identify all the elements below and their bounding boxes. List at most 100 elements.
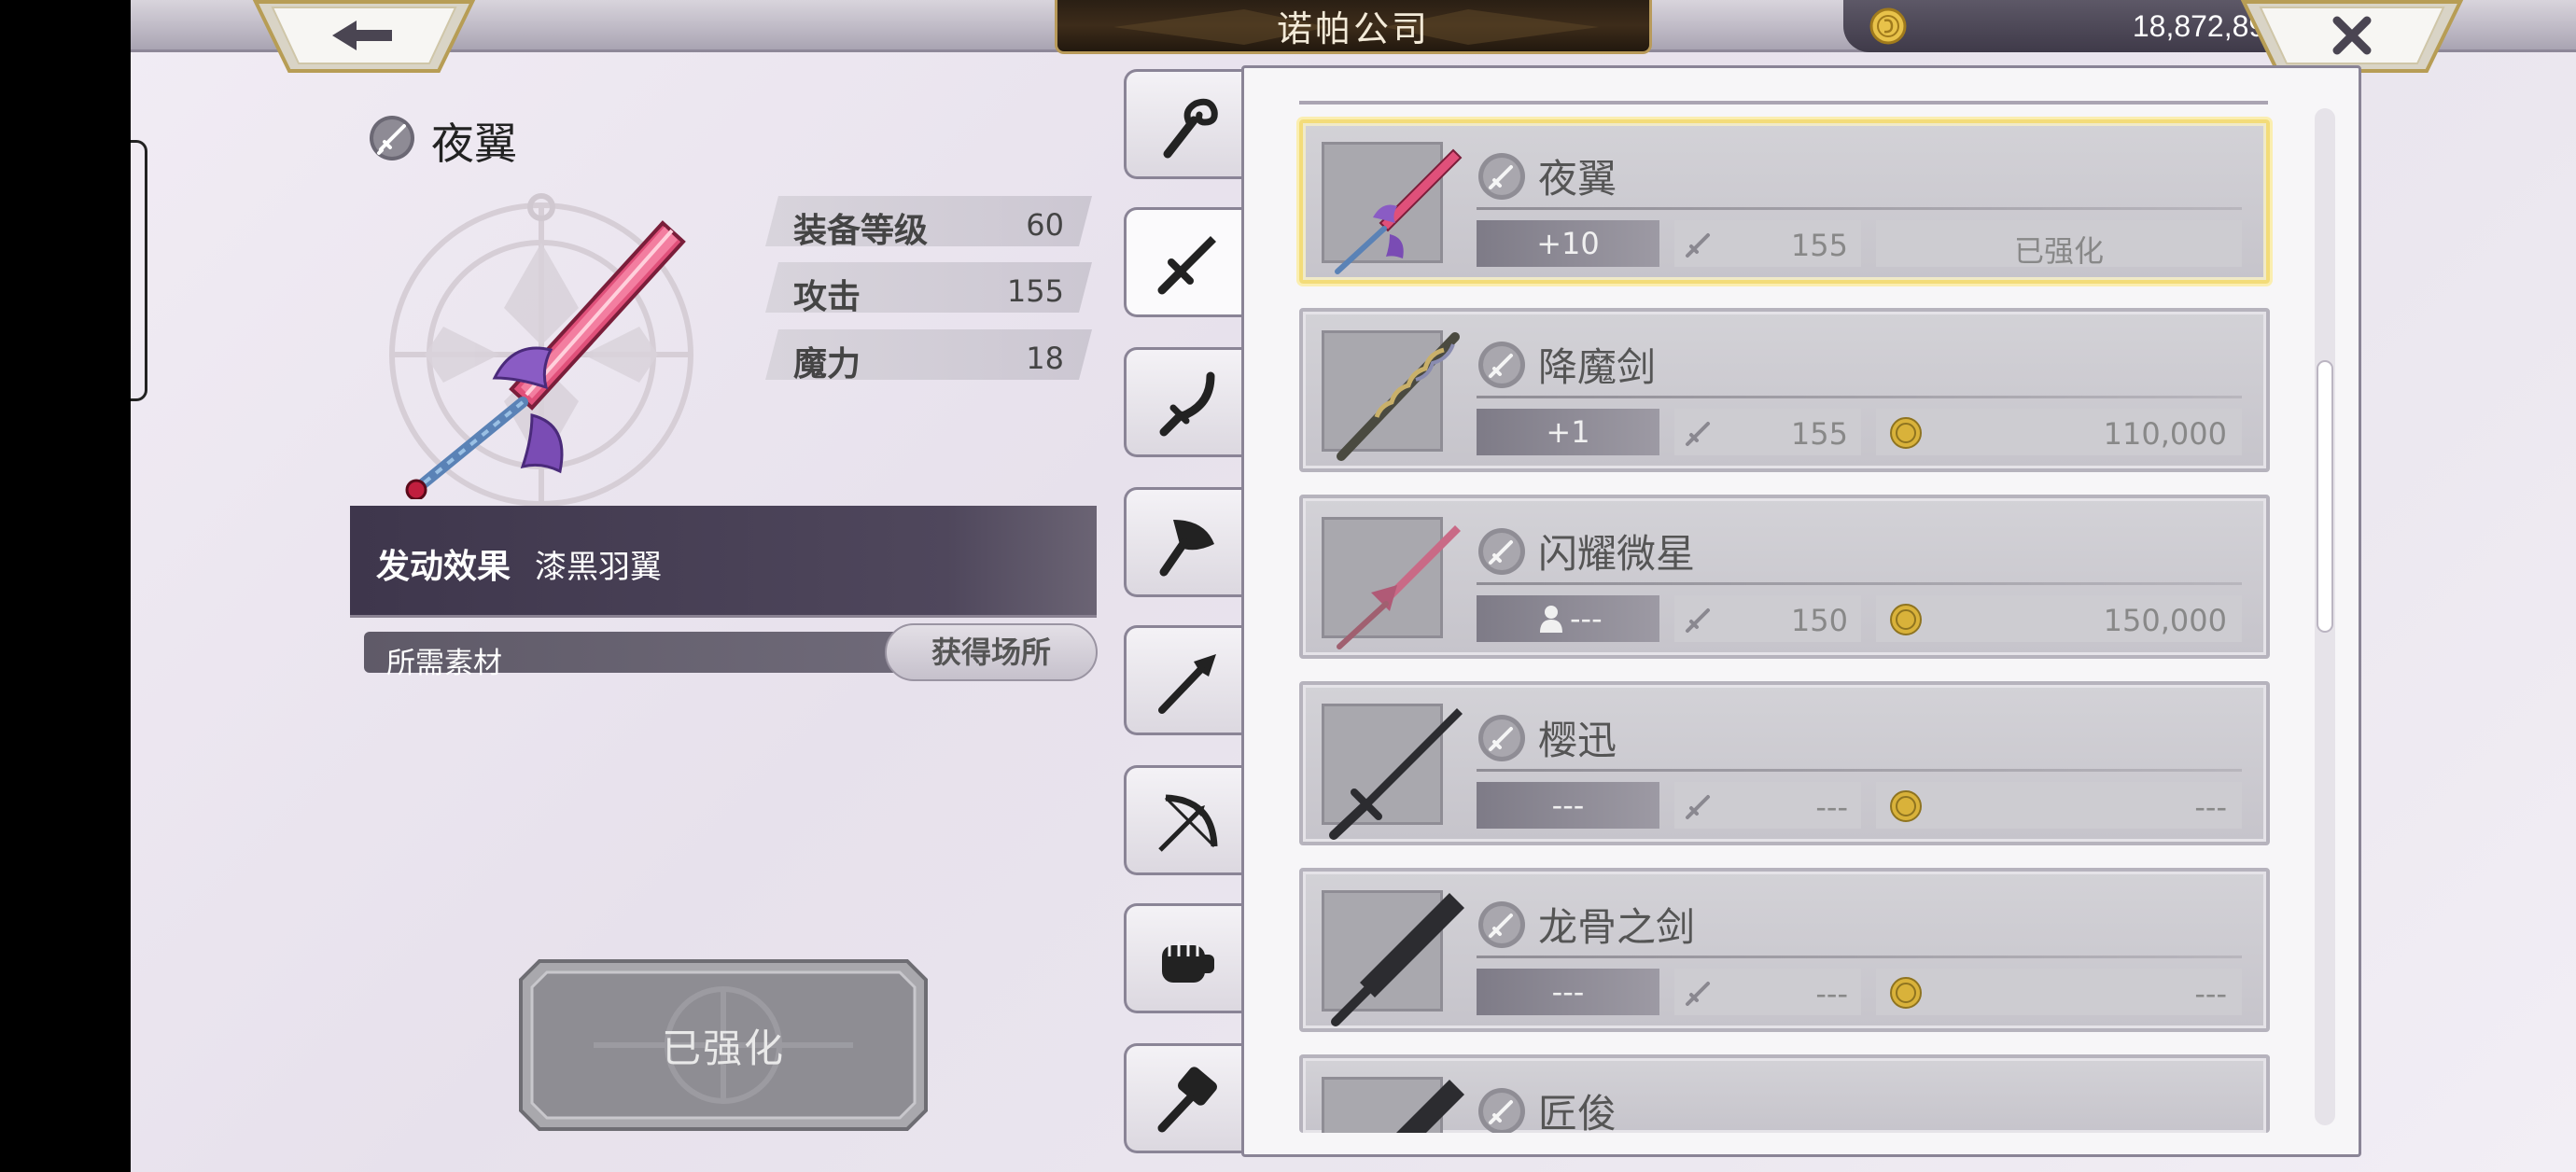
weapon-thumbnail [1322, 517, 1461, 649]
effect-bar: 发动效果 漆黑羽翼 [350, 506, 1097, 618]
card-divider [1477, 956, 2242, 958]
axe-icon [1159, 520, 1214, 577]
close-button[interactable] [2240, 0, 2464, 73]
stat-label: 攻击 [793, 278, 861, 316]
attack-box: 150 [1674, 595, 1861, 642]
weapon-card[interactable]: 樱迅 --- --- --- [1299, 681, 2270, 845]
enhanced-button[interactable]: 已强化 [519, 959, 928, 1131]
sword-image [1335, 148, 1463, 274]
list-top-divider [1299, 101, 2268, 105]
weapon-name: 龙骨之剑 [1538, 904, 1696, 950]
enhance-level: +10 [1477, 220, 1659, 267]
weapon-card[interactable]: 闪耀微星 --- 150 150,000 [1299, 495, 2270, 659]
attack-box: --- [1674, 782, 1861, 829]
sword-image [1337, 525, 1461, 649]
card-divider [1477, 207, 2242, 210]
stat-row-attack: 攻击 155 [765, 262, 1092, 313]
cost-value: --- [2194, 789, 2227, 825]
cost-value: 150,000 [2103, 603, 2227, 638]
tab-sword[interactable] [1124, 207, 1249, 317]
attack-value: --- [1815, 789, 1848, 825]
weapon-card[interactable]: 匠俊 [1299, 1054, 2270, 1133]
weapon-name: 降魔剑 [1538, 344, 1657, 390]
stat-value: 155 [1006, 273, 1064, 309]
stat-row-level: 装备等级 60 [765, 196, 1092, 246]
weapon-name: 匠俊 [1538, 1091, 1617, 1133]
sword-icon [1157, 236, 1216, 295]
bow-icon [1158, 794, 1218, 852]
cost-value: 110,000 [2103, 416, 2227, 452]
spear-icon [1158, 654, 1216, 714]
coin-icon [1890, 977, 1922, 1009]
stat-row-magic: 魔力 18 [765, 329, 1092, 380]
attack-box: --- [1674, 969, 1861, 1015]
hammer-icon [1157, 1067, 1217, 1133]
stat-label: 装备等级 [793, 212, 929, 250]
weapon-card[interactable]: 龙骨之剑 --- --- --- [1299, 868, 2270, 1032]
title-plate: 诺帕公司 [1055, 0, 1652, 54]
cost-value: --- [2194, 976, 2227, 1012]
tab-spear[interactable] [1124, 625, 1245, 735]
sword-image [1337, 332, 1460, 461]
coin-icon [1890, 417, 1922, 449]
weapon-image [405, 220, 686, 499]
sword-type-icon [370, 116, 414, 160]
scrollbar-thumb[interactable] [2317, 360, 2333, 633]
tab-katana[interactable] [1124, 347, 1245, 457]
coin-icon [1890, 790, 1922, 822]
enhance-level: +1 [1477, 409, 1659, 455]
sword-silhouette-image [1329, 708, 1463, 840]
level-text: --- [1570, 601, 1603, 636]
attack-icon [1686, 795, 1710, 819]
source-button[interactable]: 获得场所 [885, 623, 1098, 681]
stat-label: 魔力 [793, 345, 861, 384]
tab-hammer[interactable] [1124, 1043, 1245, 1153]
weapon-name: 夜翼 [431, 119, 517, 169]
sword-type-icon [1478, 1088, 1525, 1133]
stat-value: 18 [1026, 341, 1064, 376]
back-button[interactable] [252, 0, 476, 73]
attack-box: 155 [1674, 220, 1861, 267]
card-divider [1477, 582, 2242, 585]
enhanced-status: 已强化 [2013, 233, 2104, 269]
page-title: 诺帕公司 [1276, 8, 1430, 49]
weapon-card[interactable]: 夜翼 +10 155 已强化 [1299, 119, 2270, 284]
coin-icon [1890, 604, 1922, 635]
effect-label: 发动效果 [376, 547, 511, 586]
attack-icon [1686, 233, 1710, 258]
attack-value: 150 [1790, 603, 1848, 638]
tab-axe[interactable] [1124, 487, 1245, 597]
weapon-thumbnail [1322, 142, 1463, 274]
screen-edge [131, 140, 147, 401]
staff-icon [1163, 98, 1218, 159]
attack-value: 155 [1790, 416, 1848, 452]
enhance-level: --- [1477, 595, 1659, 642]
sword-type-icon [1478, 153, 1525, 200]
katana-icon [1159, 371, 1215, 437]
person-icon [1540, 606, 1562, 633]
tab-bow[interactable] [1124, 765, 1245, 875]
cost-box: --- [1876, 782, 2242, 829]
sword-type-icon [1478, 901, 1525, 948]
weapon-name: 闪耀微星 [1538, 531, 1696, 577]
game-screen: 诺帕公司 18,872,892 夜翼 装备等级 60 攻击 155 魔力 18 … [131, 0, 2576, 1172]
tab-staff[interactable] [1124, 69, 1245, 179]
cost-box: 150,000 [1876, 595, 2242, 642]
cost-box: --- [1876, 969, 2242, 1015]
attack-value: 155 [1790, 228, 1848, 263]
weapon-name: 樱迅 [1538, 718, 1617, 763]
weapon-thumbnail [1322, 330, 1460, 461]
status-box: 已强化 [1876, 220, 2242, 269]
attack-icon [1686, 422, 1710, 446]
back-arrow-icon [252, 0, 476, 73]
weapon-name: 夜翼 [1538, 156, 1617, 202]
sword-type-icon [1478, 528, 1525, 575]
sword-silhouette-image [1331, 893, 1464, 1026]
enhanced-label: 已强化 [661, 1026, 785, 1071]
materials-label: 所需素材 [386, 647, 502, 680]
enhance-level: --- [1477, 969, 1659, 1015]
close-x-icon [2240, 0, 2464, 73]
weapon-card[interactable]: 降魔剑 +1 155 110,000 [1299, 308, 2270, 472]
tab-fist[interactable] [1124, 903, 1245, 1013]
weapon-thumbnail [1322, 890, 1464, 1026]
